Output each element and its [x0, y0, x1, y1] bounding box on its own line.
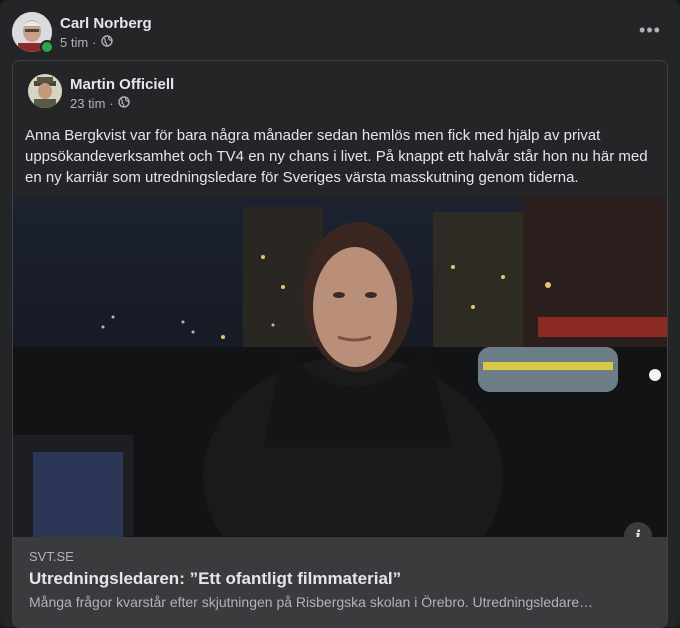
- author-name[interactable]: Carl Norberg: [60, 15, 152, 32]
- post-card: Carl Norberg 5 tim · ••• Martin Officiel…: [0, 0, 680, 628]
- online-status-indicator: [40, 40, 54, 54]
- link-title[interactable]: Utredningsledaren: ”Ett ofantligt filmma…: [29, 569, 401, 589]
- meta-separator: ·: [92, 35, 97, 50]
- shared-post-time[interactable]: 23 tim: [70, 96, 105, 111]
- globe-icon: [118, 96, 130, 111]
- shared-post-meta: 23 tim ·: [70, 96, 130, 111]
- link-description: Många frågor kvarstår efter skjutningen …: [29, 594, 594, 610]
- shared-post[interactable]: Martin Officiell 23 tim · Anna Bergkvist…: [12, 60, 668, 628]
- meta-separator: ·: [109, 96, 114, 111]
- post-meta: 5 tim ·: [60, 35, 113, 50]
- link-preview[interactable]: SVT.SE Utredningsledaren: ”Ett ofantligt…: [13, 537, 667, 627]
- post-text: Anna Bergkvist var för bara några månade…: [25, 127, 648, 186]
- info-icon: i: [635, 527, 641, 537]
- link-domain: SVT.SE: [29, 549, 74, 564]
- video-thumbnail[interactable]: i: [13, 197, 667, 537]
- shared-author-avatar[interactable]: [28, 74, 62, 108]
- shared-author-name[interactable]: Martin Officiell: [70, 76, 174, 93]
- more-options-button[interactable]: •••: [634, 18, 666, 42]
- globe-icon: [100, 35, 113, 50]
- more-horizontal-icon: •••: [639, 19, 661, 40]
- post-time[interactable]: 5 tim: [60, 35, 88, 50]
